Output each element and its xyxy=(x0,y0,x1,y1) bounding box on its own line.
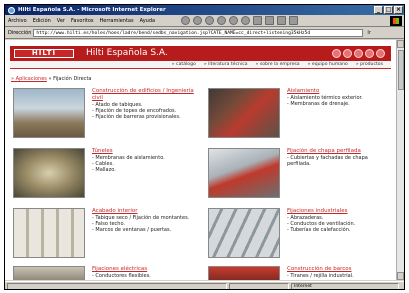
breadcrumb: » Aplicaciones » Fijación Directa xyxy=(11,76,92,82)
application-thumbnail[interactable] xyxy=(208,266,280,280)
application-title[interactable]: Aislamiento xyxy=(287,88,393,95)
home-icon[interactable] xyxy=(229,16,239,25)
toolbar xyxy=(181,16,299,25)
menu-favoritos[interactable]: Favoritos xyxy=(71,18,94,24)
close-button[interactable]: × xyxy=(394,6,403,14)
search-icon[interactable] xyxy=(241,16,251,25)
application-title[interactable]: Fijaciones eléctricas xyxy=(92,266,198,273)
application-bullet: - Mallazo. xyxy=(92,167,116,173)
application-title[interactable]: Fijación de chapa perfilada xyxy=(287,148,393,155)
refresh-icon[interactable] xyxy=(217,16,227,25)
application-bullet: - Membranas de drenaje. xyxy=(287,101,350,107)
site-title: Hilti Española S.A. xyxy=(86,48,168,58)
back-icon[interactable] xyxy=(181,16,191,25)
application-title[interactable]: Construcción de edificios / Ingeniería c… xyxy=(92,88,198,102)
menu-edicion[interactable]: Edición xyxy=(33,18,51,24)
vertical-scrollbar[interactable] xyxy=(396,40,404,280)
title-bar: Hilti Española S.A. - Microsoft Internet… xyxy=(5,5,404,15)
application-thumbnail[interactable] xyxy=(13,88,85,138)
breadcrumb-current: Fijación Directa xyxy=(53,76,92,82)
window-title: Hilti Española S.A. - Microsoft Internet… xyxy=(18,7,166,13)
search-icon[interactable] xyxy=(354,49,363,58)
application-thumbnail[interactable] xyxy=(208,88,280,138)
favorites-icon[interactable] xyxy=(253,16,263,25)
application-thumbnail[interactable] xyxy=(208,208,280,258)
nav-catalogo[interactable]: » catálogo xyxy=(172,62,196,67)
address-label: Dirección xyxy=(8,30,32,36)
application-bullet: - Tiranes / rejilla industrial. xyxy=(287,273,354,279)
application-title[interactable]: Construcción de barcos xyxy=(287,266,393,273)
application-bullet: - Conductores flexibles. xyxy=(92,273,151,279)
nav-equipo-humano[interactable]: » equipo humano xyxy=(308,62,348,67)
scroll-up-icon[interactable] xyxy=(397,40,404,48)
minimize-button[interactable]: _ xyxy=(374,6,383,14)
status-zone: Internet xyxy=(291,282,399,289)
status-progress xyxy=(229,282,289,289)
breadcrumb-aplicaciones[interactable]: » Aplicaciones xyxy=(11,76,47,82)
application-thumbnail[interactable] xyxy=(13,148,85,198)
print-icon[interactable] xyxy=(289,16,299,25)
site-nav: » catálogo » literatura técnica » sobre … xyxy=(10,61,391,69)
application-bullet: - Fijación de barreras provisionales. xyxy=(92,114,181,120)
forward-icon[interactable] xyxy=(193,16,203,25)
stop-icon[interactable] xyxy=(205,16,215,25)
address-bar: Dirección http://www.hilti.es/holes/hoes… xyxy=(5,28,404,39)
history-icon[interactable] xyxy=(265,16,275,25)
site-header: HILTI Hilti Española S.A. xyxy=(10,46,391,61)
windows-logo-icon xyxy=(390,16,402,26)
mail-icon[interactable] xyxy=(277,16,287,25)
nav-sobre-la-empresa[interactable]: » sobre la empresa xyxy=(256,62,300,67)
menu-ayuda[interactable]: Ayuda xyxy=(140,18,155,24)
menu-herramientas[interactable]: Herramientas xyxy=(100,18,134,24)
browser-window: Hilti Española S.A. - Microsoft Internet… xyxy=(4,4,405,290)
page-content: HILTI Hilti Española S.A. » catálogo » l… xyxy=(5,40,396,280)
help-icon[interactable] xyxy=(376,49,385,58)
application-thumbnail[interactable] xyxy=(13,266,85,280)
ie-icon xyxy=(8,6,15,14)
scrollbar-thumb[interactable] xyxy=(398,50,404,90)
menu-bar: Archivo Edición Ver Favoritos Herramient… xyxy=(5,15,404,27)
menu-ver[interactable]: Ver xyxy=(57,18,65,24)
application-title[interactable]: Fijaciones industriales xyxy=(287,208,393,215)
application-title[interactable]: Acabado interior xyxy=(92,208,198,215)
scroll-down-icon[interactable] xyxy=(397,272,404,280)
application-bullet: - Marcos de ventanas / puertas. xyxy=(92,227,172,233)
status-text xyxy=(7,282,227,289)
home-icon[interactable] xyxy=(332,49,341,58)
go-button[interactable]: Ir xyxy=(367,30,371,36)
application-title[interactable]: Túneles xyxy=(92,148,198,155)
status-bar: Internet xyxy=(5,281,404,289)
address-input[interactable]: http://www.hilti.es/holes/hoes/ladre/ben… xyxy=(33,29,364,37)
mail-icon[interactable] xyxy=(343,49,352,58)
application-bullet: - Cubiertas y fachadas de chapa perfilad… xyxy=(287,155,368,167)
nav-productos[interactable]: » productos xyxy=(356,62,383,67)
hilti-logo[interactable]: HILTI xyxy=(14,49,74,58)
application-thumbnail[interactable] xyxy=(13,208,85,258)
application-thumbnail[interactable] xyxy=(208,148,280,198)
sitemap-icon[interactable] xyxy=(365,49,374,58)
maximize-button[interactable]: □ xyxy=(384,6,393,14)
application-bullet: - Tuberías de calefacción. xyxy=(287,227,351,233)
menu-archivo[interactable]: Archivo xyxy=(8,18,27,24)
nav-literatura-tecnica[interactable]: » literatura técnica xyxy=(204,62,248,67)
